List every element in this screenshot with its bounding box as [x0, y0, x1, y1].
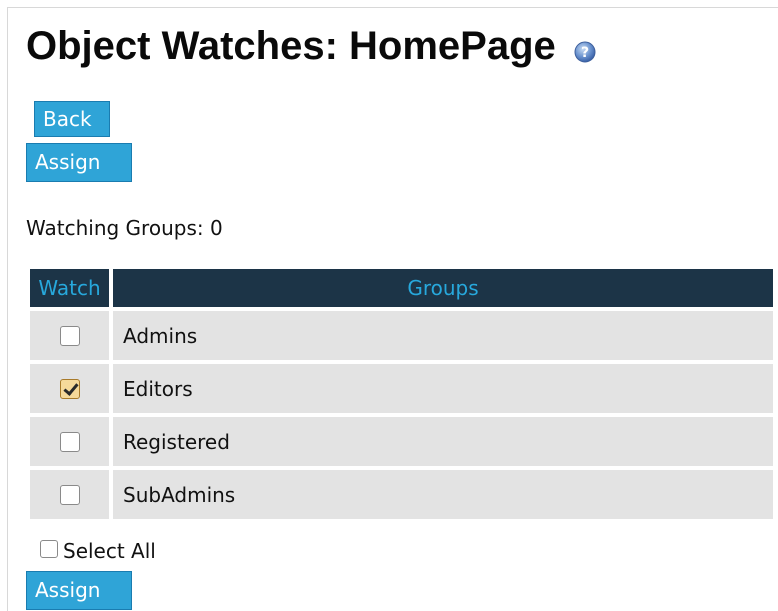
table-body: Admins Editors Registered SubAdmins — [30, 311, 773, 519]
table-row: SubAdmins — [30, 470, 773, 519]
watch-checkbox[interactable] — [59, 431, 80, 452]
table-row: Registered — [30, 417, 773, 466]
column-header-groups: Groups — [113, 269, 773, 307]
watch-cell — [30, 364, 109, 413]
watch-groups-table: Watch Groups Admins Editors Registered SubA… — [30, 269, 773, 523]
page-frame-top-border — [7, 7, 778, 8]
column-header-watch: Watch — [30, 269, 109, 307]
watch-checkbox[interactable] — [59, 484, 80, 505]
watch-checkbox[interactable] — [59, 325, 80, 346]
table-row: Editors — [30, 364, 773, 413]
group-name: Registered — [113, 417, 773, 466]
assign-button-top[interactable]: Assign — [26, 143, 132, 182]
assign-button-bottom[interactable]: Assign — [26, 571, 132, 610]
group-name: Admins — [113, 311, 773, 360]
table-row: Admins — [30, 311, 773, 360]
svg-text:?: ? — [581, 45, 589, 61]
watch-cell — [30, 311, 109, 360]
watching-groups-count: Watching Groups: 0 — [26, 216, 223, 240]
table-header: Watch Groups — [30, 269, 773, 307]
help-question-icon[interactable]: ? — [574, 21, 596, 63]
back-button[interactable]: Back — [34, 101, 110, 137]
page-title: Object Watches: HomePage ? — [26, 17, 596, 75]
watch-cell — [30, 470, 109, 519]
select-all-label: Select All — [63, 539, 156, 563]
watch-checkbox[interactable] — [59, 378, 80, 399]
page-title-text: Object Watches: HomePage — [26, 24, 556, 68]
watch-cell — [30, 417, 109, 466]
group-name: Editors — [113, 364, 773, 413]
select-all-control[interactable]: Select All — [40, 537, 156, 565]
group-name: SubAdmins — [113, 470, 773, 519]
select-all-checkbox[interactable] — [40, 540, 58, 558]
page-frame-left-border — [7, 7, 8, 611]
